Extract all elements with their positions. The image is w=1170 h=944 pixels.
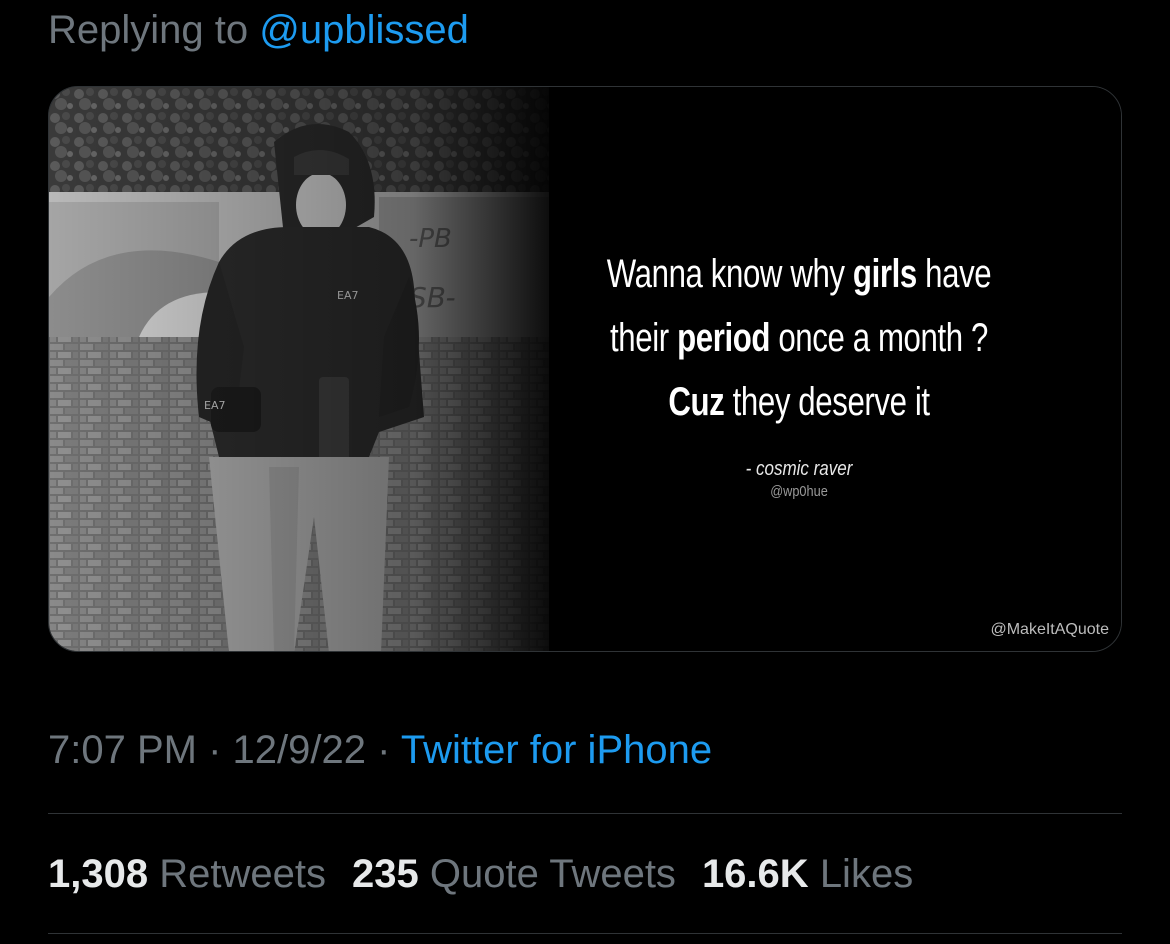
replying-to-line: Replying to @upblissed <box>48 4 469 56</box>
tweet-image[interactable]: -PB SB- EA7 EA7 Wanna know why girls hav… <box>48 86 1122 652</box>
retweets-count: 1,308 <box>48 852 149 896</box>
separator: · <box>208 728 222 772</box>
quote-tweets-label: Quote Tweets <box>429 852 676 896</box>
likes-stat[interactable]: 16.6K Likes <box>702 852 913 896</box>
quote-line-2: their period once a month ? <box>610 316 988 360</box>
retweets-stat[interactable]: 1,308 Retweets <box>48 852 326 896</box>
replying-to-label: Replying to <box>48 8 249 52</box>
quote-author-handle: @wp0hue <box>770 483 828 500</box>
tweet-time[interactable]: 7:07 PM <box>48 728 197 772</box>
quote-line-1: Wanna know why girls have <box>606 252 992 296</box>
tweet-date[interactable]: 12/9/22 <box>233 728 366 772</box>
quote-tweets-count: 235 <box>351 852 419 896</box>
tweet-detail: Replying to @upblissed Wanna know why gi… <box>0 0 1170 944</box>
separator: · <box>377 728 391 772</box>
tweet-stats: 1,308 Retweets 235 Quote Tweets 16.6K Like… <box>48 848 913 900</box>
retweets-label: Retweets <box>159 852 326 896</box>
likes-count: 16.6K <box>701 852 809 896</box>
reply-handle-link[interactable]: @upblissed <box>259 8 469 52</box>
tweet-source-link[interactable]: Twitter for iPhone <box>401 728 712 772</box>
divider <box>48 813 1122 814</box>
watermark: @MakeItAQuote <box>990 621 1109 638</box>
quote-author: - cosmic raver <box>745 458 853 480</box>
quote-text-block: Wanna know why girls have their period o… <box>519 242 1079 500</box>
quote-tweets-stat[interactable]: 235 Quote Tweets <box>352 852 676 896</box>
divider <box>48 933 1122 934</box>
tweet-meta: 7:07 PM · 12/9/22 · Twitter for iPhone <box>48 724 712 776</box>
quote-line-3: Cuz they deserve it <box>668 380 930 424</box>
likes-label: Likes <box>819 852 914 896</box>
